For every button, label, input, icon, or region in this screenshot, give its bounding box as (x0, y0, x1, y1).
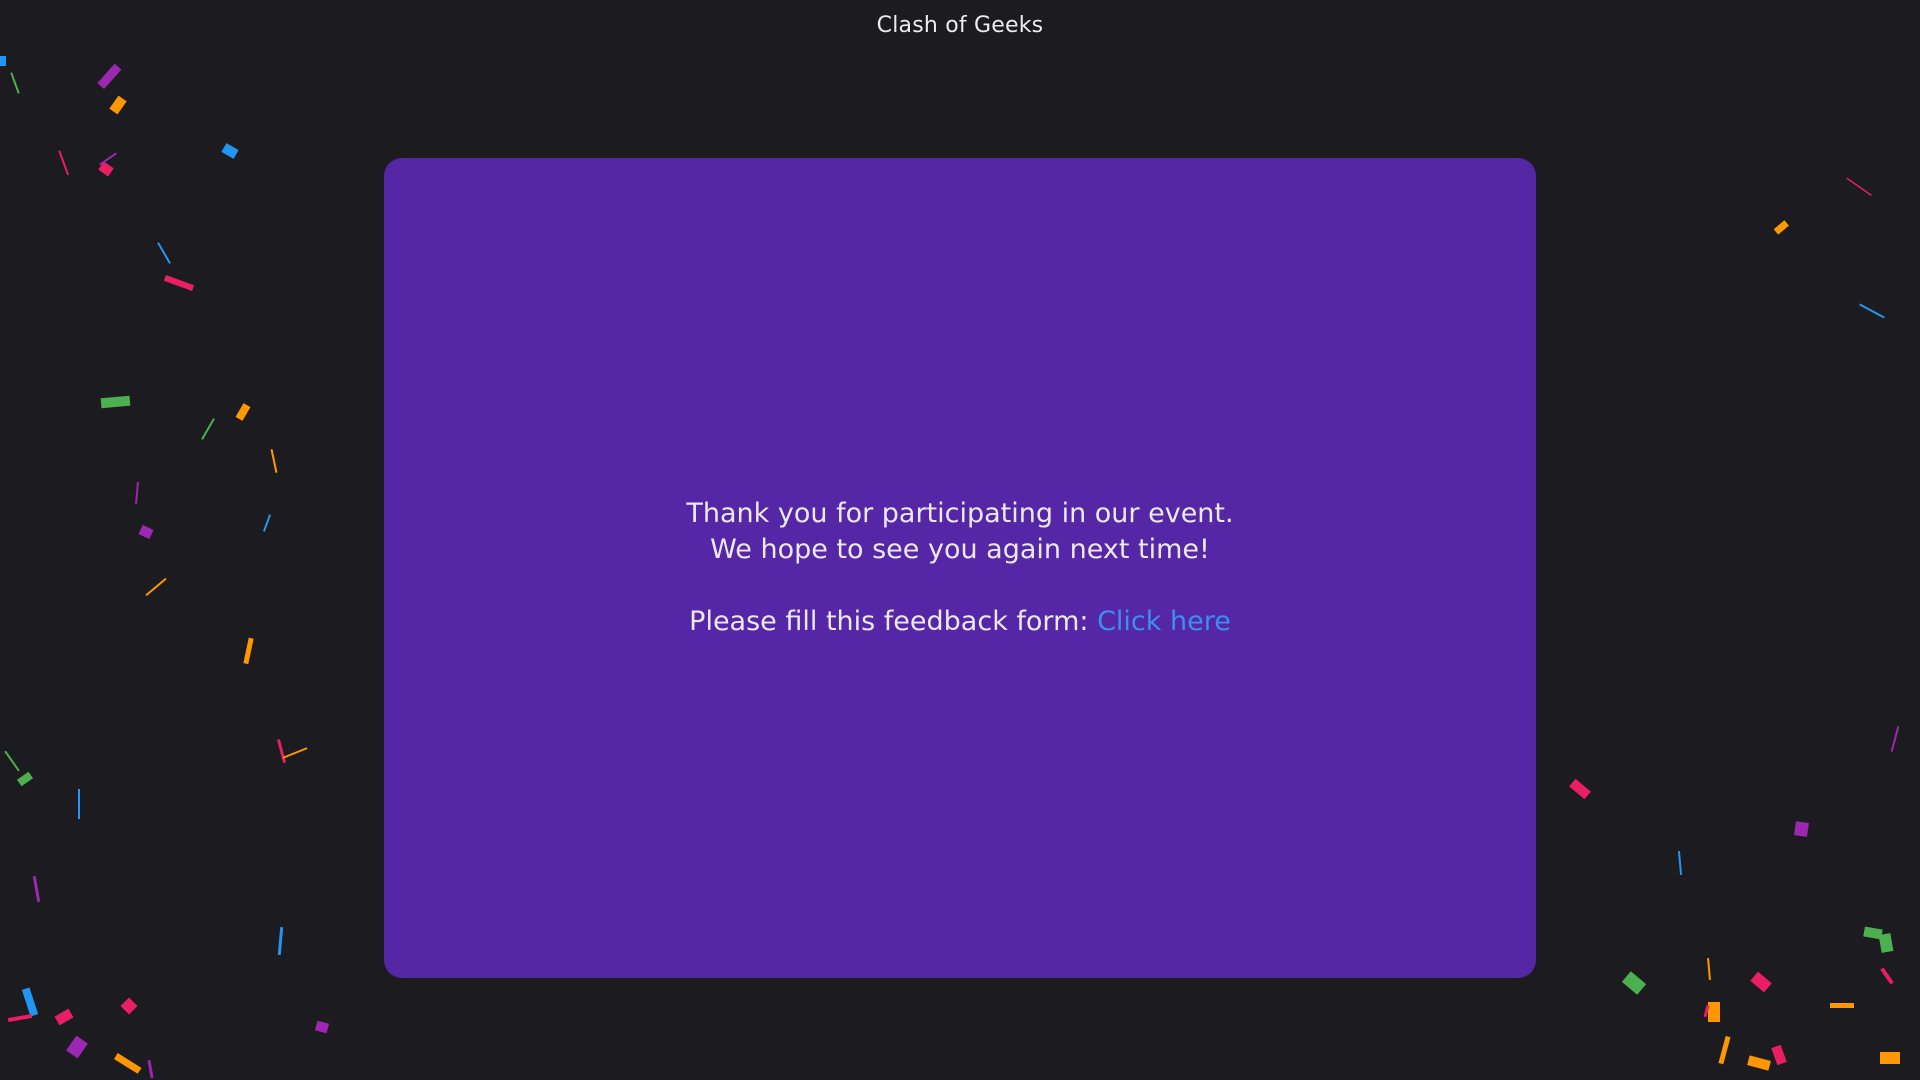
confetti-piece (235, 403, 251, 421)
thank-you-message: Thank you for participating in our event… (686, 496, 1233, 640)
confetti-piece (4, 750, 20, 772)
confetti-piece (276, 739, 287, 764)
confetti-piece (100, 395, 131, 409)
app-title: Clash of Geeks (876, 13, 1044, 38)
confetti-piece (1707, 957, 1711, 981)
confetti-piece (1569, 778, 1591, 800)
message-spacer (686, 568, 1233, 604)
confetti-piece (277, 926, 284, 956)
confetti-piece (282, 747, 308, 759)
confetti-piece (7, 1013, 33, 1023)
confetti-piece (32, 876, 41, 903)
confetti-piece (21, 987, 39, 1017)
confetti-piece (1703, 1004, 1710, 1018)
confetti-piece (1880, 1052, 1900, 1064)
confetti-piece (10, 72, 20, 94)
confetti-piece (120, 997, 138, 1015)
confetti-piece (138, 524, 154, 540)
confetti-piece (1677, 850, 1683, 876)
thank-you-line: Thank you for participating in our event… (686, 498, 1234, 529)
confetti-piece (1890, 726, 1900, 752)
confetti-piece (201, 418, 215, 440)
confetti-piece (1771, 1044, 1787, 1066)
feedback-prompt: Please fill this feedback form: (689, 606, 1089, 637)
confetti-piece (145, 577, 167, 597)
confetti-piece (54, 1008, 74, 1026)
confetti-piece (66, 1035, 88, 1059)
confetti-piece (1863, 926, 1883, 940)
confetti-piece (147, 1059, 154, 1079)
confetti-piece (1880, 967, 1894, 985)
confetti-piece (98, 161, 114, 177)
confetti-piece (78, 789, 80, 819)
confetti-piece (270, 449, 278, 473)
confetti-piece (16, 771, 34, 787)
confetti-piece (314, 1020, 330, 1034)
confetti-piece (157, 242, 171, 264)
confetti-piece (1794, 821, 1809, 837)
confetti-piece (58, 150, 70, 176)
confetti-piece (1747, 1055, 1771, 1071)
confetti-piece (221, 143, 239, 159)
confetti-piece (1750, 971, 1772, 993)
confetti-piece (1846, 177, 1872, 197)
confetti-piece (1773, 220, 1789, 235)
confetti-piece (1878, 933, 1894, 953)
confetti-piece (99, 152, 117, 166)
thank-you-card: Thank you for participating in our event… (384, 158, 1536, 978)
confetti-piece (1708, 1002, 1720, 1022)
confetti-piece (1621, 971, 1647, 995)
confetti-piece (163, 275, 195, 291)
confetti-piece (97, 63, 122, 90)
confetti-piece (109, 95, 127, 115)
see-you-again-line: We hope to see you again next time! (710, 534, 1210, 565)
confetti-piece (0, 56, 6, 66)
feedback-line: Please fill this feedback form: Click he… (686, 604, 1233, 640)
feedback-form-link[interactable]: Click here (1097, 606, 1231, 637)
confetti-piece (114, 1053, 142, 1074)
confetti-piece (262, 514, 272, 532)
confetti-piece (243, 637, 254, 665)
confetti-piece (1830, 1003, 1854, 1008)
confetti-piece (1859, 303, 1885, 319)
confetti-piece (135, 481, 139, 505)
confetti-piece (1718, 1035, 1731, 1065)
